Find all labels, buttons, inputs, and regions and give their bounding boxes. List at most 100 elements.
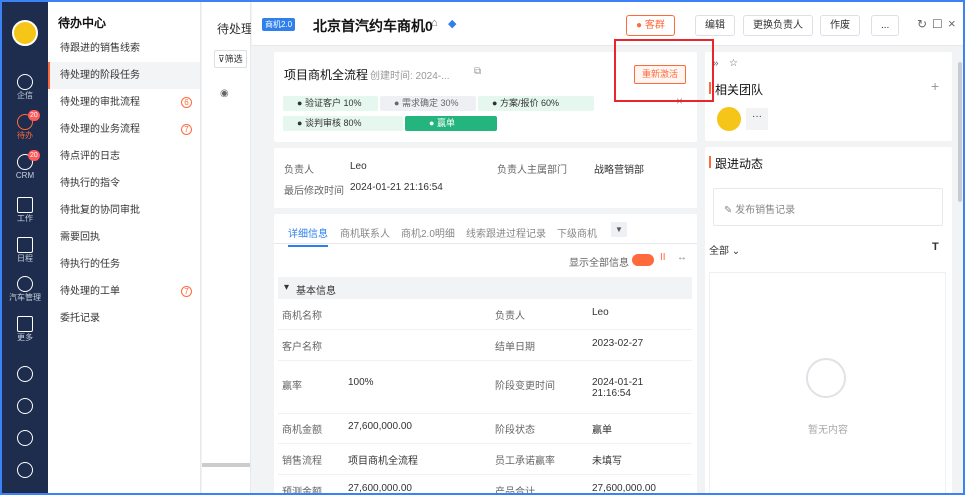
maximize-icon[interactable]: ☐ <box>932 17 943 31</box>
tab-followup[interactable]: 线索跟进过程记录 <box>466 225 546 240</box>
horizontal-scrollbar[interactable] <box>202 463 250 467</box>
change-owner-button[interactable]: 更换负责人 <box>743 15 813 36</box>
page-title: 北京首汽约车商机0 <box>313 18 433 34</box>
empty-icon <box>806 358 846 398</box>
show-all-label: 显示全部信息 <box>569 258 629 269</box>
rail-item-work[interactable]: 工作 <box>2 197 48 223</box>
history-button[interactable] <box>2 398 48 415</box>
field-label: 负责人 <box>495 311 525 322</box>
field-value: 27,600,000.00 <box>592 483 656 494</box>
summary-card: 负责人 Leo 负责人主属部门 战略营销部 最后修改时间 2024-01-21 … <box>274 148 697 208</box>
divider <box>274 243 697 244</box>
clock-icon <box>17 398 33 414</box>
todo-item[interactable]: 待执行的指令 <box>48 170 200 197</box>
field-label: 结单日期 <box>495 342 535 353</box>
field-value: 项目商机全流程 <box>348 456 418 467</box>
filter-icon[interactable]: T <box>932 241 939 253</box>
todo-item[interactable]: 待跟进的销售线索 <box>48 35 200 62</box>
tab-contacts[interactable]: 商机联系人 <box>340 225 390 240</box>
contacts-button[interactable] <box>2 462 48 479</box>
show-all-toggle[interactable] <box>632 254 654 266</box>
rail-label: 日程 <box>17 254 33 263</box>
rail-item-crm[interactable]: 20 CRM <box>2 150 48 180</box>
section-header[interactable]: ▾ 基本信息 <box>278 277 692 299</box>
settings-button[interactable] <box>2 430 48 447</box>
todo-item[interactable]: 待处理的业务流程 7 <box>48 116 200 143</box>
more-members-button[interactable]: ··· <box>746 108 768 130</box>
todo-item[interactable]: 待执行的任务 <box>48 251 200 278</box>
rail-item-todo[interactable]: 20 待办 <box>2 110 48 140</box>
rail-label: 工作 <box>17 214 33 223</box>
post-record-box[interactable]: ✎ 发布销售记录 <box>713 188 943 226</box>
stage-pct: 30% <box>440 98 459 108</box>
help-button[interactable] <box>2 366 48 383</box>
left-rail: 企信 20 待办 20 CRM 工作 日程 汽车管理 更多 <box>2 2 48 493</box>
add-member-icon[interactable]: + <box>931 78 939 94</box>
more-button[interactable]: ... <box>871 15 900 36</box>
rail-item-calendar[interactable]: 日程 <box>2 237 48 263</box>
todo-label: 待处理的审批流程 <box>60 97 140 108</box>
field-label: 客户名称 <box>282 342 322 353</box>
caret-down-icon: ▾ <box>284 282 290 293</box>
share-icon[interactable]: ◆ <box>448 17 456 30</box>
stage-name: 谈判审核 <box>304 118 341 128</box>
void-button[interactable]: 作废 <box>820 15 860 36</box>
dept-value: 战略营销部 <box>594 165 644 176</box>
tabs-dropdown[interactable]: ▼ <box>611 222 627 237</box>
count-badge: 6 <box>181 97 192 108</box>
stage-name: 赢单 <box>436 118 455 128</box>
filter-button[interactable]: ⊽筛选 <box>214 50 247 68</box>
field-value: 100% <box>348 377 374 388</box>
stage-name: 需求确定 <box>401 98 438 108</box>
field-label: 员工承诺赢率 <box>495 456 555 467</box>
post-label-text: 发布销售记录 <box>735 205 796 216</box>
tab-items[interactable]: 商机2.0明细 <box>401 225 455 240</box>
todo-label: 待执行的任务 <box>60 259 120 270</box>
rail-item-chat[interactable]: 企信 <box>2 74 48 100</box>
column-layout-icon[interactable]: II <box>660 252 666 263</box>
empty-state: 暂无内容 <box>709 272 946 493</box>
owner-label: 负责人 <box>284 165 314 176</box>
details-card: 详细信息 商机联系人 商机2.0明细 线索跟进过程记录 下级商机 ▼ 显示全部信… <box>274 214 697 495</box>
refresh-icon[interactable]: ↻ <box>917 17 927 31</box>
close-icon[interactable]: × <box>948 16 956 31</box>
todo-item[interactable]: 待点评的日志 <box>48 143 200 170</box>
badge: 20 <box>28 110 40 121</box>
todo-item[interactable]: 待处理的工单 7 <box>48 278 200 305</box>
field-label: 销售流程 <box>282 456 322 467</box>
rail-item-more[interactable]: 更多 <box>2 316 48 342</box>
followup-card: 跟进动态 ✎ 发布销售记录 全部 ⌄ T 暂无内容 <box>705 147 952 493</box>
vertical-scrollbar[interactable] <box>958 62 962 202</box>
section-title: 基本信息 <box>296 286 336 297</box>
todo-item[interactable]: 待批复的协同审批 <box>48 197 200 224</box>
todo-item[interactable]: 待处理的阶段任务 <box>48 62 200 89</box>
customer-group-button[interactable]: ● 客群 <box>626 15 675 36</box>
field-value: 27,600,000.00 <box>348 483 412 494</box>
todo-item[interactable]: 委托记录 <box>48 305 200 332</box>
avatar[interactable] <box>717 107 741 131</box>
edit-button[interactable]: 编辑 <box>695 15 735 36</box>
calendar-icon <box>17 237 33 253</box>
field-label: 商机名称 <box>282 311 322 322</box>
highlight-box <box>614 39 714 102</box>
star-icon[interactable]: ☆ <box>729 58 738 69</box>
todo-item[interactable]: 待处理的审批流程 6 <box>48 89 200 116</box>
todo-item[interactable]: 需要回执 <box>48 224 200 251</box>
stage-name: 验证客户 <box>304 98 341 108</box>
rail-label: 汽车管理 <box>9 293 41 302</box>
todo-label: 待处理的工单 <box>60 286 120 297</box>
tab-sub-opportunity[interactable]: 下级商机 <box>557 225 597 240</box>
modified-label: 最后修改时间 <box>284 186 344 197</box>
stage-pct: 60% <box>540 98 559 108</box>
expand-width-icon[interactable]: ↔ <box>677 252 687 263</box>
filter-label: 筛选 <box>224 54 243 64</box>
lock-icon: ⌂ <box>431 17 438 29</box>
eye-icon[interactable]: ◉ <box>220 88 229 99</box>
rail-item-car[interactable]: 汽车管理 <box>2 276 48 302</box>
process-title: 项目商机全流程 <box>284 68 369 82</box>
filter-dropdown[interactable]: 全部 ⌄ <box>709 242 740 257</box>
owner-value: Leo <box>350 161 367 172</box>
copy-icon[interactable]: ⧉ <box>474 66 481 77</box>
field-label: 产品合计 <box>495 487 535 495</box>
dept-label: 负责人主属部门 <box>497 165 567 176</box>
